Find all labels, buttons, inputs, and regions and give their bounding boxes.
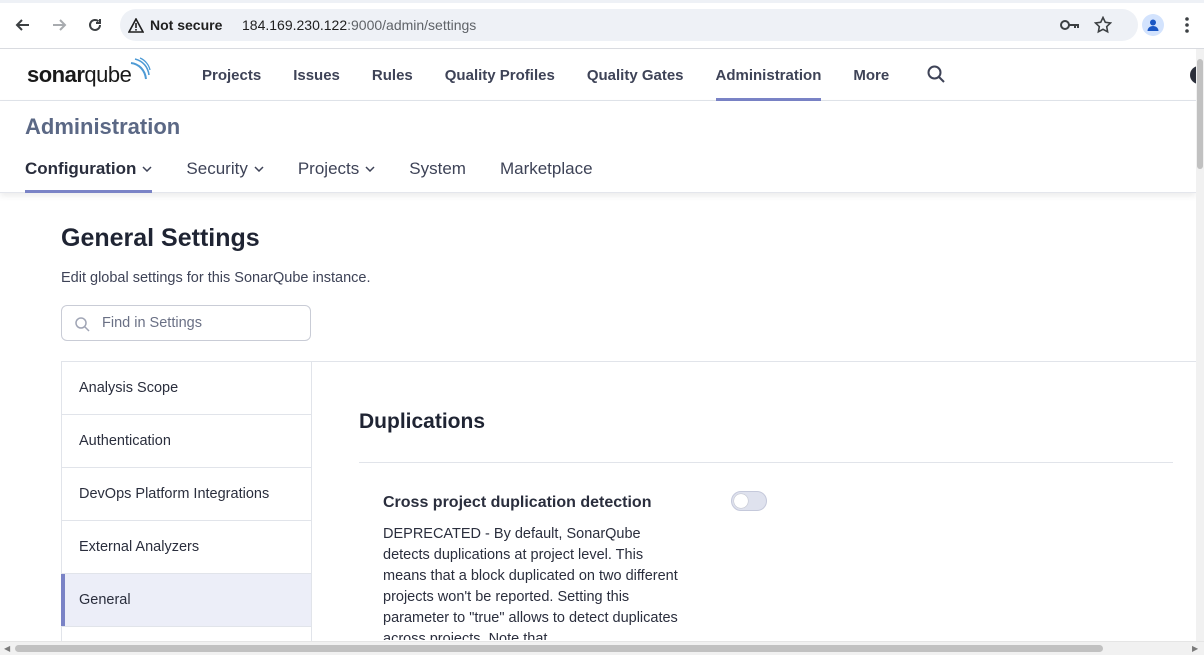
sonarqube-logo[interactable]: sonarqube: [27, 57, 152, 93]
star-icon: [1094, 16, 1112, 34]
reload-button[interactable]: [84, 14, 106, 36]
admin-tabs: Configuration Security Projects System M…: [25, 145, 593, 193]
tab-label: Security: [186, 159, 248, 178]
cross-project-duplication-toggle[interactable]: [731, 491, 767, 511]
url-host: 184.169.230.122: [242, 17, 348, 33]
nav-rules[interactable]: Rules: [356, 49, 429, 101]
avatar: [1142, 14, 1164, 36]
search-input[interactable]: [102, 306, 302, 340]
browser-toolbar: Not secure 184.169.230.122:9000/admin/se…: [0, 0, 1204, 49]
url-path: :9000/admin/settings: [347, 17, 477, 33]
settings-search[interactable]: [61, 305, 311, 341]
key-icon: [1060, 20, 1079, 30]
chevron-down-icon: [365, 166, 375, 172]
scroll-left-arrow-icon[interactable]: ◀: [4, 644, 10, 653]
settings-title: General Settings: [61, 224, 260, 252]
category-analysis-scope[interactable]: Analysis Scope: [62, 362, 311, 415]
person-icon: [1147, 19, 1159, 31]
url-text[interactable]: 184.169.230.122:9000/admin/settings: [242, 9, 476, 41]
forward-button[interactable]: [48, 14, 70, 36]
horizontal-scrollbar-thumb[interactable]: [15, 645, 1103, 652]
vertical-scrollbar-thumb[interactable]: [1197, 59, 1203, 169]
logo-waves-icon: [131, 57, 152, 80]
category-devops-platform-integrations[interactable]: DevOps Platform Integrations: [62, 468, 311, 521]
category-authentication[interactable]: Authentication: [62, 415, 311, 468]
vertical-scrollbar[interactable]: [1196, 49, 1204, 641]
nav-projects[interactable]: Projects: [186, 49, 277, 101]
category-external-analyzers[interactable]: External Analyzers: [62, 521, 311, 574]
section-title: Duplications: [359, 410, 486, 433]
nav-issues[interactable]: Issues: [277, 49, 356, 101]
passwords-button[interactable]: [1059, 14, 1081, 36]
tab-label: Projects: [297, 159, 360, 178]
category-list: Analysis Scope Authentication DevOps Pla…: [61, 362, 312, 642]
search-icon: [927, 65, 945, 83]
global-search-button[interactable]: [926, 64, 948, 86]
back-button[interactable]: [12, 14, 34, 36]
tab-label: Configuration: [25, 159, 137, 178]
bookmark-button[interactable]: [1092, 14, 1114, 36]
reload-icon: [89, 18, 101, 31]
tab-configuration[interactable]: Configuration: [25, 145, 153, 193]
chevron-down-icon: [254, 166, 264, 172]
section-divider: [359, 462, 1173, 463]
search-icon: [75, 317, 90, 332]
toggle-knob: [734, 494, 748, 508]
topnav-menu: Projects Issues Rules Quality Profiles Q…: [186, 49, 905, 101]
profile-button[interactable]: [1142, 14, 1164, 36]
nav-more[interactable]: More: [837, 49, 905, 101]
browser-menu-button[interactable]: [1176, 14, 1198, 36]
address-bar[interactable]: Not secure 184.169.230.122:9000/admin/se…: [120, 9, 1138, 41]
arrow-left-icon: [15, 19, 29, 31]
arrow-right-icon: [53, 19, 67, 31]
logo-text: sonarqube: [27, 62, 132, 87]
page-heading: Administration: [25, 114, 181, 139]
tab-projects[interactable]: Projects: [298, 145, 375, 193]
nav-quality-gates[interactable]: Quality Gates: [571, 49, 700, 101]
scroll-right-arrow-icon[interactable]: ▶: [1192, 644, 1198, 653]
tab-label: System: [409, 159, 466, 178]
security-label: Not secure: [150, 17, 223, 33]
category-general[interactable]: General: [61, 574, 311, 627]
main-navigation: sonarqube Projects Issues Rules Quality …: [0, 49, 1200, 101]
chevron-down-icon: [142, 166, 152, 172]
more-vert-icon: [1185, 17, 1189, 33]
setting-name: Cross project duplication detection: [383, 494, 652, 511]
tab-strip-edge: [0, 0, 1204, 3]
horizontal-scrollbar[interactable]: ◀ ▶: [0, 641, 1204, 655]
settings-description: Edit global settings for this SonarQube …: [61, 270, 371, 286]
nav-administration[interactable]: Administration: [700, 49, 838, 101]
tab-marketplace[interactable]: Marketplace: [500, 145, 593, 193]
admin-header: Administration Configuration Security Pr…: [0, 101, 1196, 193]
tab-label: Marketplace: [499, 159, 593, 178]
setting-description: DEPRECATED - By default, SonarQube detec…: [383, 526, 678, 640]
tab-system[interactable]: System: [409, 145, 466, 193]
warning-icon: [128, 17, 144, 33]
tab-security[interactable]: Security: [186, 145, 264, 193]
nav-quality-profiles[interactable]: Quality Profiles: [429, 49, 571, 101]
security-chip[interactable]: Not secure: [128, 9, 222, 41]
